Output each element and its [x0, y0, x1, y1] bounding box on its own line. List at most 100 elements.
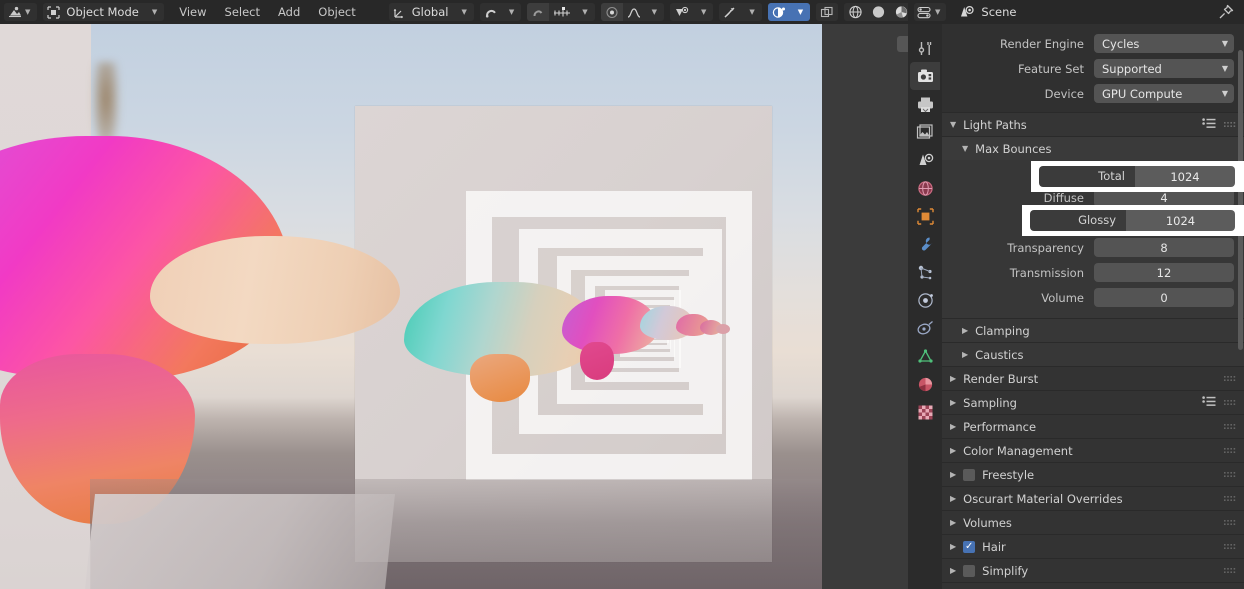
transform-orientation-selector[interactable]: Global ▼: [388, 3, 474, 21]
gizmo-icon[interactable]: [719, 3, 743, 21]
highlight-total-value[interactable]: 1024: [1135, 166, 1235, 187]
menu-select[interactable]: Select: [216, 0, 269, 24]
panel-header-max-bounces[interactable]: ▼ Max Bounces: [942, 136, 1244, 160]
drag-handle-icon[interactable]: [1224, 372, 1236, 386]
editor-type-selector[interactable]: ▼: [4, 3, 38, 21]
tab-constraints[interactable]: [910, 314, 940, 342]
panel-header-color-management[interactable]: ▶ Color Management: [942, 438, 1244, 462]
simplify-checkbox[interactable]: [963, 564, 976, 577]
snap-magnet-icon[interactable]: [479, 3, 502, 21]
tab-world[interactable]: [910, 174, 940, 202]
shading-solid-icon[interactable]: [867, 3, 891, 21]
panel-header-caustics[interactable]: ▶ Caustics: [942, 342, 1244, 366]
smooth-falloff-icon[interactable]: [622, 3, 645, 21]
panel-header-hair[interactable]: ▶ ✓ Hair: [942, 534, 1244, 558]
preset-menu-icon[interactable]: [1202, 117, 1216, 132]
feature-set-dropdown[interactable]: Supported ▼: [1094, 59, 1234, 78]
chevron-down-icon[interactable]: ▼: [644, 3, 664, 21]
freestyle-checkbox[interactable]: [963, 468, 976, 481]
tab-output[interactable]: [910, 90, 940, 118]
overlays-group[interactable]: ▼: [767, 3, 811, 21]
gizmo-group[interactable]: ▼: [719, 3, 762, 21]
chevron-down-icon[interactable]: ▼: [694, 3, 714, 21]
tab-material[interactable]: [910, 370, 940, 398]
properties-scrollbar[interactable]: [1238, 50, 1243, 350]
chevron-down-icon[interactable]: ▼: [575, 3, 595, 21]
panel-header-freestyle[interactable]: ▶ Freestyle: [942, 462, 1244, 486]
pin-icon[interactable]: [1218, 4, 1234, 20]
chevron-down-icon[interactable]: ▼: [454, 3, 474, 21]
panel-header-performance[interactable]: ▶ Performance: [942, 414, 1244, 438]
drag-handle-icon[interactable]: [1224, 540, 1236, 554]
shading-wireframe-icon[interactable]: [844, 3, 868, 21]
menu-object[interactable]: Object: [309, 0, 364, 24]
transparency-value-field[interactable]: 8: [1094, 238, 1234, 257]
tab-tool[interactable]: [910, 34, 940, 62]
chevron-down-icon[interactable]: ▼: [742, 3, 762, 21]
panel-header-volumes[interactable]: ▶ Volumes: [942, 510, 1244, 534]
drag-handle-icon[interactable]: [1224, 444, 1236, 458]
object-visibility-icon[interactable]: [670, 3, 694, 21]
sidebar-toggle-handle[interactable]: [897, 36, 908, 52]
diffuse-label: Diffuse: [1043, 190, 1084, 205]
snapping-group[interactable]: ▼: [479, 3, 522, 21]
drag-handle-icon[interactable]: [1224, 516, 1236, 530]
device-value: GPU Compute: [1102, 86, 1183, 101]
render-engine-dropdown[interactable]: Cycles ▼: [1094, 34, 1234, 53]
tab-particles[interactable]: [910, 258, 940, 286]
chevron-down-icon[interactable]: ▼: [501, 3, 522, 21]
panel-header-sampling[interactable]: ▶ Sampling: [942, 390, 1244, 414]
tab-view-layer[interactable]: [910, 118, 940, 146]
triangle-right-icon: ▶: [950, 542, 957, 551]
drag-handle-icon[interactable]: [1224, 468, 1236, 482]
object-visibility-group[interactable]: ▼: [670, 3, 714, 21]
proportional-editing-icon[interactable]: [600, 3, 623, 21]
editor-type-3dview-icon[interactable]: ▼: [4, 3, 38, 21]
tab-object-data[interactable]: [910, 342, 940, 370]
panel-header-simplify[interactable]: ▶ Simplify: [942, 558, 1244, 582]
transmission-value-field[interactable]: 12: [1094, 263, 1234, 282]
editor-type-properties-icon[interactable]: ▼: [914, 3, 947, 21]
drag-handle-icon[interactable]: [1224, 118, 1236, 132]
toggle-xray-icon[interactable]: [816, 3, 839, 21]
tab-scene[interactable]: [910, 146, 940, 174]
chevron-down-icon[interactable]: ▼: [790, 3, 811, 21]
device-dropdown[interactable]: GPU Compute ▼: [1094, 84, 1234, 103]
xray-group[interactable]: [816, 3, 839, 21]
panel-header-light-paths[interactable]: ▼ Light Paths: [942, 112, 1244, 136]
tab-render[interactable]: [910, 62, 940, 90]
highlight-glossy-label: Glossy: [1030, 210, 1126, 231]
chevron-down-icon[interactable]: ▼: [144, 3, 165, 21]
snap-magnet-toggle-icon[interactable]: [527, 3, 550, 21]
panel-header-render-burst[interactable]: ▶ Render Burst: [942, 366, 1244, 390]
preset-menu-icon[interactable]: [1202, 395, 1216, 410]
panel-header-clamping[interactable]: ▶ Clamping: [942, 318, 1244, 342]
viewport-3d[interactable]: [0, 24, 908, 589]
properties-tab-column[interactable]: [908, 24, 942, 589]
menu-add[interactable]: Add: [269, 0, 309, 24]
interaction-mode-selector[interactable]: Object Mode ▼: [43, 3, 165, 21]
volume-value-field[interactable]: 0: [1094, 288, 1234, 307]
menu-view[interactable]: View: [170, 0, 215, 24]
tab-modifiers[interactable]: [910, 230, 940, 258]
panel-header-motion-blur[interactable]: ▶ Motion Blur: [942, 582, 1244, 589]
highlight-glossy-value[interactable]: 1024: [1126, 210, 1235, 231]
tab-texture[interactable]: [910, 398, 940, 426]
drag-handle-icon[interactable]: [1224, 396, 1236, 410]
drag-handle-icon[interactable]: [1224, 420, 1236, 434]
viewport-menubar: View Select Add Object: [170, 0, 365, 24]
tab-object[interactable]: [910, 202, 940, 230]
snap-increment-icon[interactable]: [549, 3, 576, 21]
tab-physics[interactable]: [910, 286, 940, 314]
hair-checkbox[interactable]: ✓: [963, 540, 976, 553]
overlays-icon[interactable]: [767, 3, 791, 21]
drag-handle-icon[interactable]: [1224, 564, 1236, 578]
hair-label: Hair: [982, 539, 1006, 554]
transparency-value: 8: [1160, 240, 1168, 255]
drag-handle-icon[interactable]: [1224, 492, 1236, 506]
orientation-gizmo-icon: [388, 3, 410, 21]
snap-target-group[interactable]: ▼: [527, 3, 595, 21]
panel-header-oscurart-material-overrides[interactable]: ▶ Oscurart Material Overrides: [942, 486, 1244, 510]
row-device: Device GPU Compute ▼: [942, 81, 1244, 106]
proportional-edit-group[interactable]: ▼: [600, 3, 664, 21]
